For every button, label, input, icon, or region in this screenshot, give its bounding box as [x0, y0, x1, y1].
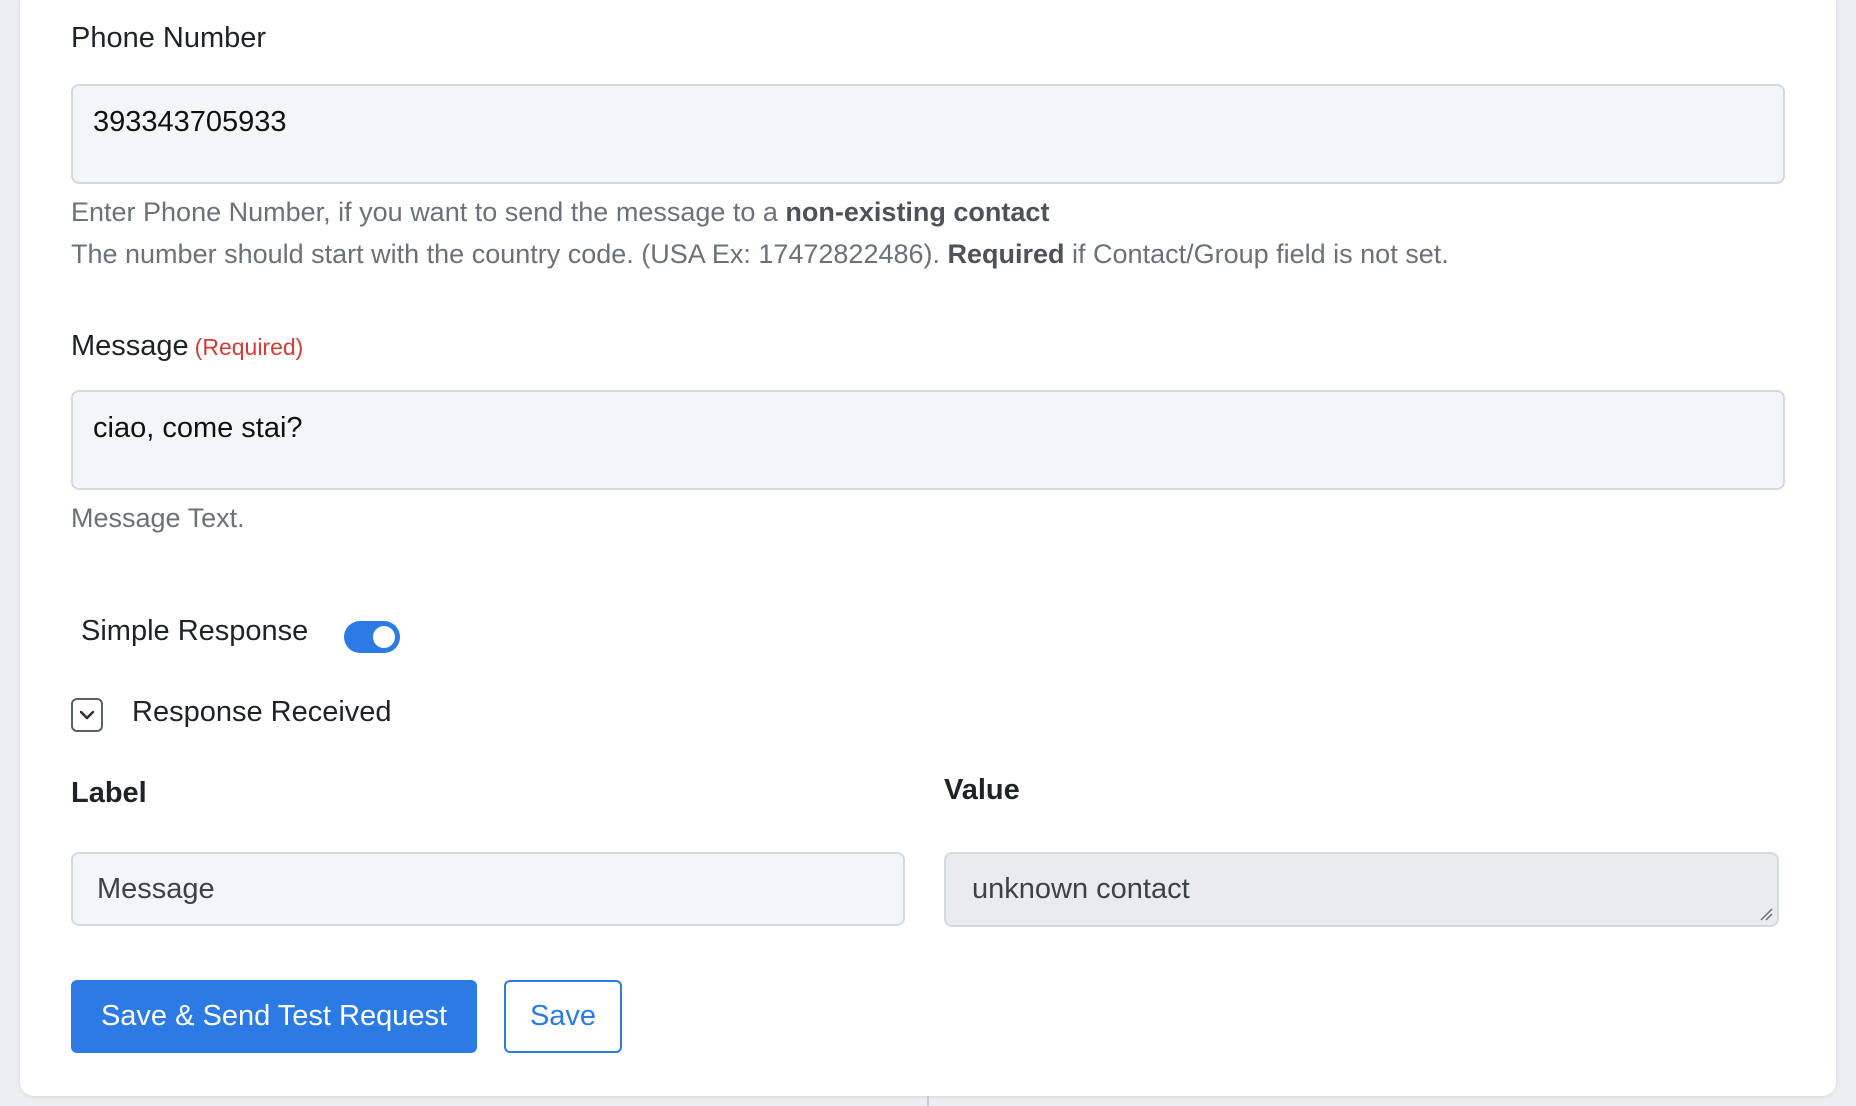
response-received-collapse-button[interactable]	[71, 698, 103, 732]
save-and-send-test-button[interactable]: Save & Send Test Request	[71, 980, 477, 1053]
phone-help-line-2: The number should start with the country…	[71, 239, 1449, 269]
save-button[interactable]: Save	[504, 980, 622, 1053]
simple-response-label: Simple Response	[81, 615, 309, 647]
toggle-knob	[373, 626, 395, 648]
label-column-header: Label	[71, 777, 147, 809]
label-input[interactable]: Message	[71, 852, 905, 926]
required-indicator: (Required)	[194, 334, 304, 360]
divider	[927, 1096, 929, 1106]
simple-response-toggle[interactable]	[344, 621, 400, 653]
response-received-label: Response Received	[132, 696, 392, 728]
message-textarea[interactable]: ciao, come stai?	[71, 390, 1785, 490]
message-label: Message (Required)	[71, 330, 304, 362]
phone-number-label: Phone Number	[71, 22, 267, 54]
phone-help-line-1: Enter Phone Number, if you want to send …	[71, 197, 1050, 227]
message-help: Message Text.	[71, 503, 245, 533]
value-textarea[interactable]: unknown contact	[944, 852, 1779, 927]
chevron-down-icon	[79, 710, 95, 720]
phone-number-input[interactable]: 393343705933	[71, 84, 1785, 184]
resize-handle-icon[interactable]	[1759, 907, 1773, 921]
value-column-header: Value	[944, 774, 1020, 806]
form-card: Phone Number 393343705933 Enter Phone Nu…	[20, 0, 1836, 1096]
